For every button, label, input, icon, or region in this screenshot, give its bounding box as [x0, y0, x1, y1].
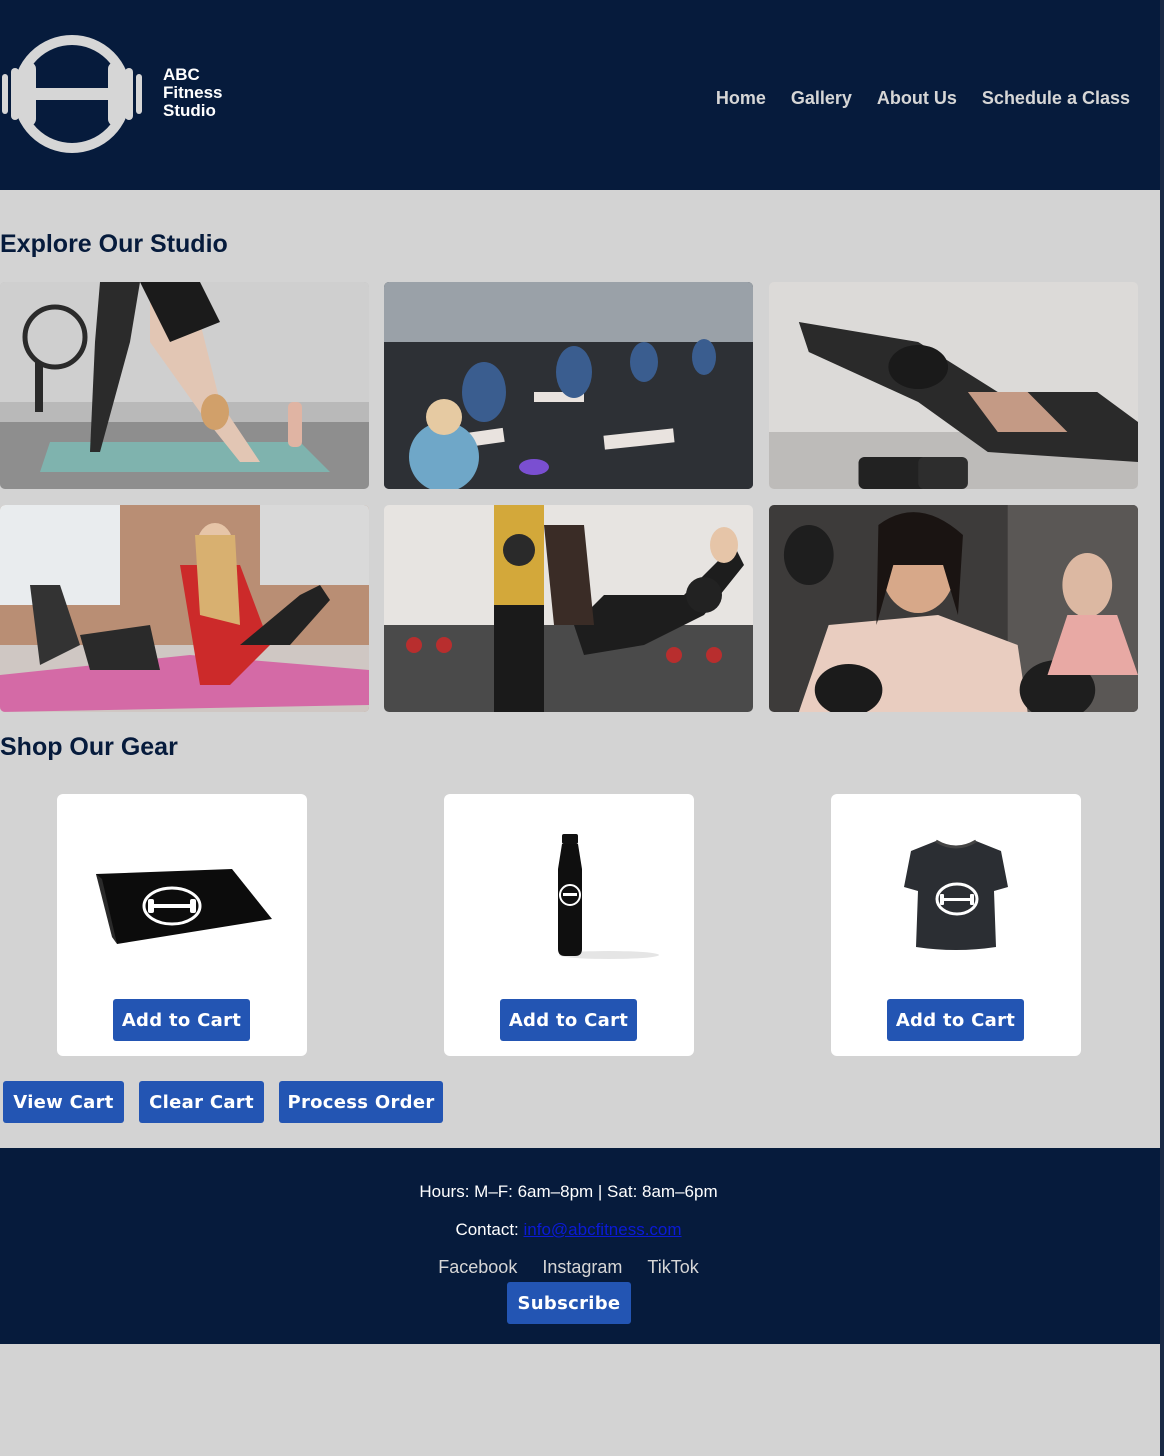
- clear-cart-button[interactable]: Clear Cart: [139, 1081, 264, 1123]
- main-nav: Home Gallery About Us Schedule a Class: [716, 88, 1130, 109]
- view-cart-button[interactable]: View Cart: [3, 1081, 124, 1123]
- tshirt-image: [856, 819, 1056, 989]
- brand-line-1: ABC: [163, 65, 200, 84]
- tiktok-link[interactable]: TikTok: [647, 1257, 698, 1278]
- yoga-mat-image: [82, 819, 282, 989]
- social-links: Facebook Instagram TikTok: [0, 1257, 1137, 1278]
- nav-home[interactable]: Home: [716, 88, 766, 109]
- instagram-link[interactable]: Instagram: [542, 1257, 622, 1278]
- nav-schedule-class[interactable]: Schedule a Class: [982, 88, 1130, 109]
- gallery-photo-yoga-downward-dog: [0, 282, 369, 489]
- gallery-photo-women-kneeling: [0, 505, 369, 712]
- contact-label: Contact:: [455, 1220, 519, 1239]
- site-header: ABC Fitness Studio Home Gallery About Us…: [0, 0, 1160, 190]
- add-to-cart-button[interactable]: Add to Cart: [887, 999, 1024, 1041]
- product-card-water-bottle: Add to Cart: [444, 794, 694, 1056]
- brand-line-2: Fitness: [163, 83, 223, 102]
- add-to-cart-button[interactable]: Add to Cart: [500, 999, 637, 1041]
- add-to-cart-button[interactable]: Add to Cart: [113, 999, 250, 1041]
- brand-name: ABC Fitness Studio: [163, 66, 223, 120]
- opening-hours: Hours: M–F: 6am–8pm | Sat: 8am–6pm: [419, 1182, 718, 1201]
- dumbbell-logo-icon[interactable]: [0, 30, 150, 158]
- gallery-title: Explore Our Studio: [0, 230, 228, 258]
- nav-gallery[interactable]: Gallery: [791, 88, 852, 109]
- gallery-photo-group-class: [384, 282, 753, 489]
- contact-email-link[interactable]: info@abcfitness.com: [524, 1220, 682, 1239]
- subscribe-button[interactable]: Subscribe: [507, 1282, 631, 1324]
- facebook-link[interactable]: Facebook: [438, 1257, 517, 1278]
- process-order-button[interactable]: Process Order: [279, 1081, 443, 1123]
- nav-about-us[interactable]: About Us: [877, 88, 957, 109]
- brand-line-3: Studio: [163, 101, 216, 120]
- gallery-photo-woman-stretching: [769, 282, 1138, 489]
- water-bottle-image: [469, 819, 669, 989]
- site-footer: Hours: M–F: 6am–8pm | Sat: 8am–6pm Conta…: [0, 1148, 1164, 1344]
- gallery-photo-kickboxing: [384, 505, 753, 712]
- gallery-photo-boxing-smile: [769, 505, 1138, 712]
- contact-line: Contact: info@abcfitness.com: [0, 1220, 1137, 1240]
- product-card-yoga-mat: Add to Cart: [57, 794, 307, 1056]
- scrollbar[interactable]: [1160, 0, 1164, 1456]
- shop-title: Shop Our Gear: [0, 733, 178, 761]
- product-card-tshirt: Add to Cart: [831, 794, 1081, 1056]
